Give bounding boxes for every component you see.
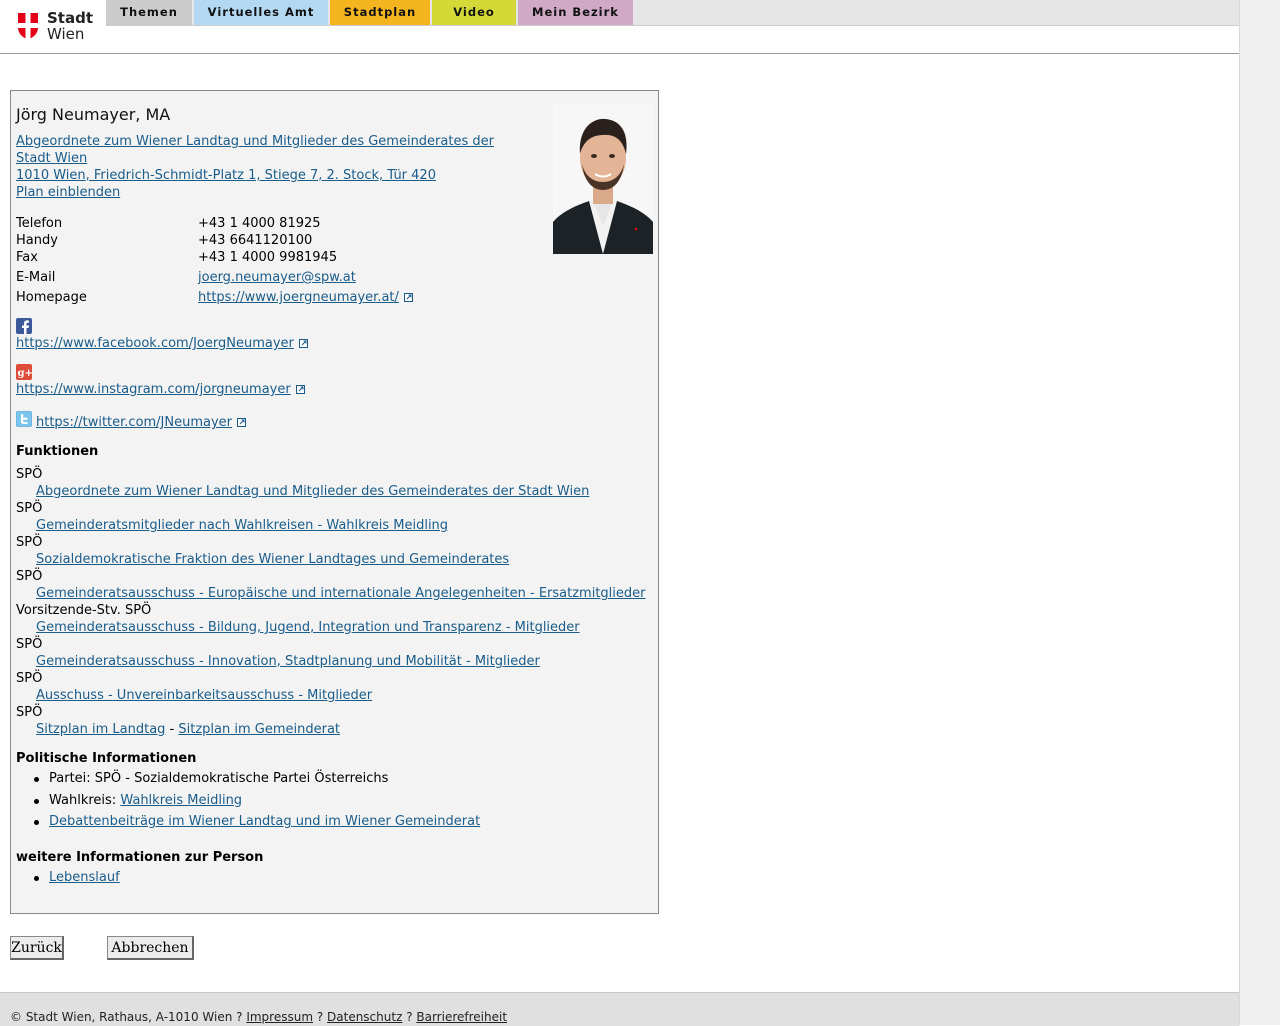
function-role: Vorsitzende-Stv. SPÖ [16, 603, 152, 618]
impressum-link[interactable]: Impressum [246, 1010, 313, 1024]
party-text: Partei: SPÖ - Sozialdemokratische Partei… [49, 771, 389, 786]
wahlkreis-label: Wahlkreis: [49, 792, 121, 808]
seating-plan-row: Sitzplan im Landtag - Sitzplan im Gemein… [36, 722, 340, 737]
nav-tab-themen[interactable]: Themen [106, 0, 192, 25]
seating-plan-separator: - [165, 722, 179, 737]
homepage-link[interactable]: https://www.joergneumayer.at/ [198, 290, 399, 305]
portrait-image [553, 104, 653, 254]
main-nav: Themen Virtuelles Amt Stadtplan Video Me… [106, 0, 1239, 26]
address-link-line-3[interactable]: 1010 Wien, Friedrich-Schmidt-Platz 1, St… [16, 168, 436, 183]
facebook-row: https://www.facebook.com/JoergNeumayer [16, 336, 308, 351]
funktionen-heading: Funktionen [16, 444, 99, 459]
footer-text: © Stadt Wien, Rathaus, A-1010 Wien ? Imp… [10, 1010, 507, 1024]
function-link[interactable]: Abgeordnete zum Wiener Landtag und Mitgl… [36, 484, 589, 499]
site-header: Stadt Wien Themen Virtuelles Amt Stadtpl… [0, 0, 1239, 54]
function-role: SPÖ [16, 705, 43, 720]
address-link-line-2[interactable]: Stadt Wien [16, 151, 87, 166]
window-gutter [1239, 0, 1280, 1025]
datenschutz-link[interactable]: Datenschutz [327, 1010, 402, 1024]
nav-tab-mein-bezirk[interactable]: Mein Bezirk [518, 0, 633, 25]
person-name: Jörg Neumayer, MA [16, 105, 171, 124]
party-item: Partei: SPÖ - Sozialdemokratische Partei… [16, 768, 480, 790]
more-info-list: Lebenslauf [16, 867, 120, 889]
twitter-row: https://twitter.com/JNeumayer [36, 415, 247, 430]
function-link[interactable]: Gemeinderatsmitglieder nach Wahlkreisen … [36, 518, 448, 533]
twitter-icon[interactable] [16, 411, 32, 427]
function-role: SPÖ [16, 569, 43, 584]
external-link-icon [237, 418, 247, 427]
logo-line-1: Stadt [47, 9, 94, 27]
facebook-link[interactable]: https://www.facebook.com/JoergNeumayer [16, 336, 294, 351]
nav-tab-stadtplan[interactable]: Stadtplan [330, 0, 430, 25]
fax-value: +43 1 4000 9981945 [198, 250, 338, 265]
function-role: SPÖ [16, 637, 43, 652]
function-role: SPÖ [16, 535, 43, 550]
cancel-button[interactable]: Abbrechen [107, 936, 194, 960]
handy-label: Handy [16, 233, 58, 248]
email-link[interactable]: joerg.neumayer@spw.at [198, 270, 356, 285]
seating-plan-gemeinderat-link[interactable]: Sitzplan im Gemeinderat [178, 722, 340, 737]
address-link-line-1[interactable]: Abgeordnete zum Wiener Landtag und Mitgl… [16, 134, 494, 149]
wahlkreis-link[interactable]: Wahlkreis Meidling [120, 793, 242, 808]
logo-line-2: Wien [47, 25, 85, 43]
facebook-icon[interactable] [16, 318, 32, 334]
footer-copyright: © Stadt Wien, Rathaus, A-1010 Wien ? [10, 1010, 247, 1024]
function-link[interactable]: Ausschuss - Unvereinbarkeitsausschuss - … [36, 688, 372, 703]
function-link[interactable]: Sozialdemokratische Fraktion des Wiener … [36, 552, 509, 567]
person-card: Jörg Neumayer, MA Abgeordnete zum Wiener… [10, 90, 659, 914]
debatten-link[interactable]: Debattenbeiträge im Wiener Landtag und i… [49, 814, 480, 829]
function-role: SPÖ [16, 467, 43, 482]
nav-tab-video[interactable]: Video [432, 0, 516, 25]
google-plus-icon[interactable]: g+ [16, 364, 32, 380]
back-button[interactable]: Zurück [10, 936, 64, 960]
email-label: E-Mail [16, 270, 56, 285]
function-role: SPÖ [16, 501, 43, 516]
show-plan-link[interactable]: Plan einblenden [16, 185, 120, 200]
barrierefreiheit-link[interactable]: Barrierefreiheit [416, 1010, 507, 1024]
person-photo [553, 104, 653, 254]
logo-wordmark: Stadt Wien [47, 10, 93, 42]
lebenslauf-link[interactable]: Lebenslauf [49, 870, 120, 885]
page: Stadt Wien Themen Virtuelles Amt Stadtpl… [0, 0, 1239, 1026]
twitter-link[interactable]: https://twitter.com/JNeumayer [36, 415, 232, 430]
stadt-wien-logo[interactable]: Stadt Wien [14, 8, 94, 44]
lebenslauf-item: Lebenslauf [16, 867, 120, 889]
vienna-shield-icon [18, 13, 38, 39]
homepage-row: https://www.joergneumayer.at/ [198, 290, 413, 305]
function-link[interactable]: Gemeinderatsausschuss - Europäische und … [36, 586, 646, 601]
debatten-item: Debattenbeiträge im Wiener Landtag und i… [16, 811, 480, 833]
function-role: SPÖ [16, 671, 43, 686]
homepage-label: Homepage [16, 290, 87, 305]
svg-text:g+: g+ [18, 368, 33, 379]
political-info-heading: Politische Informationen [16, 751, 197, 766]
wahlkreis-item: Wahlkreis: Wahlkreis Meidling [16, 790, 480, 812]
political-info-list: Partei: SPÖ - Sozialdemokratische Partei… [16, 768, 480, 833]
handy-value: +43 6641120100 [198, 233, 313, 248]
telefon-label: Telefon [16, 216, 63, 231]
seating-plan-landtag-link[interactable]: Sitzplan im Landtag [36, 722, 165, 737]
more-info-heading: weitere Informationen zur Person [16, 850, 264, 865]
external-link-icon [298, 339, 308, 348]
nav-tab-virtuelles-amt[interactable]: Virtuelles Amt [194, 0, 328, 25]
instagram-row: https://www.instagram.com/jorgneumayer [16, 382, 305, 397]
footer-separator: ? [313, 1010, 328, 1024]
fax-label: Fax [16, 250, 38, 265]
footer-separator: ? [402, 1010, 417, 1024]
function-link[interactable]: Gemeinderatsausschuss - Innovation, Stad… [36, 654, 540, 669]
instagram-link[interactable]: https://www.instagram.com/jorgneumayer [16, 382, 291, 397]
function-link[interactable]: Gemeinderatsausschuss - Bildung, Jugend,… [36, 620, 580, 635]
site-footer: © Stadt Wien, Rathaus, A-1010 Wien ? Imp… [0, 992, 1239, 1026]
external-link-icon [295, 385, 305, 394]
external-link-icon [403, 293, 413, 302]
telefon-value: +43 1 4000 81925 [198, 216, 321, 231]
